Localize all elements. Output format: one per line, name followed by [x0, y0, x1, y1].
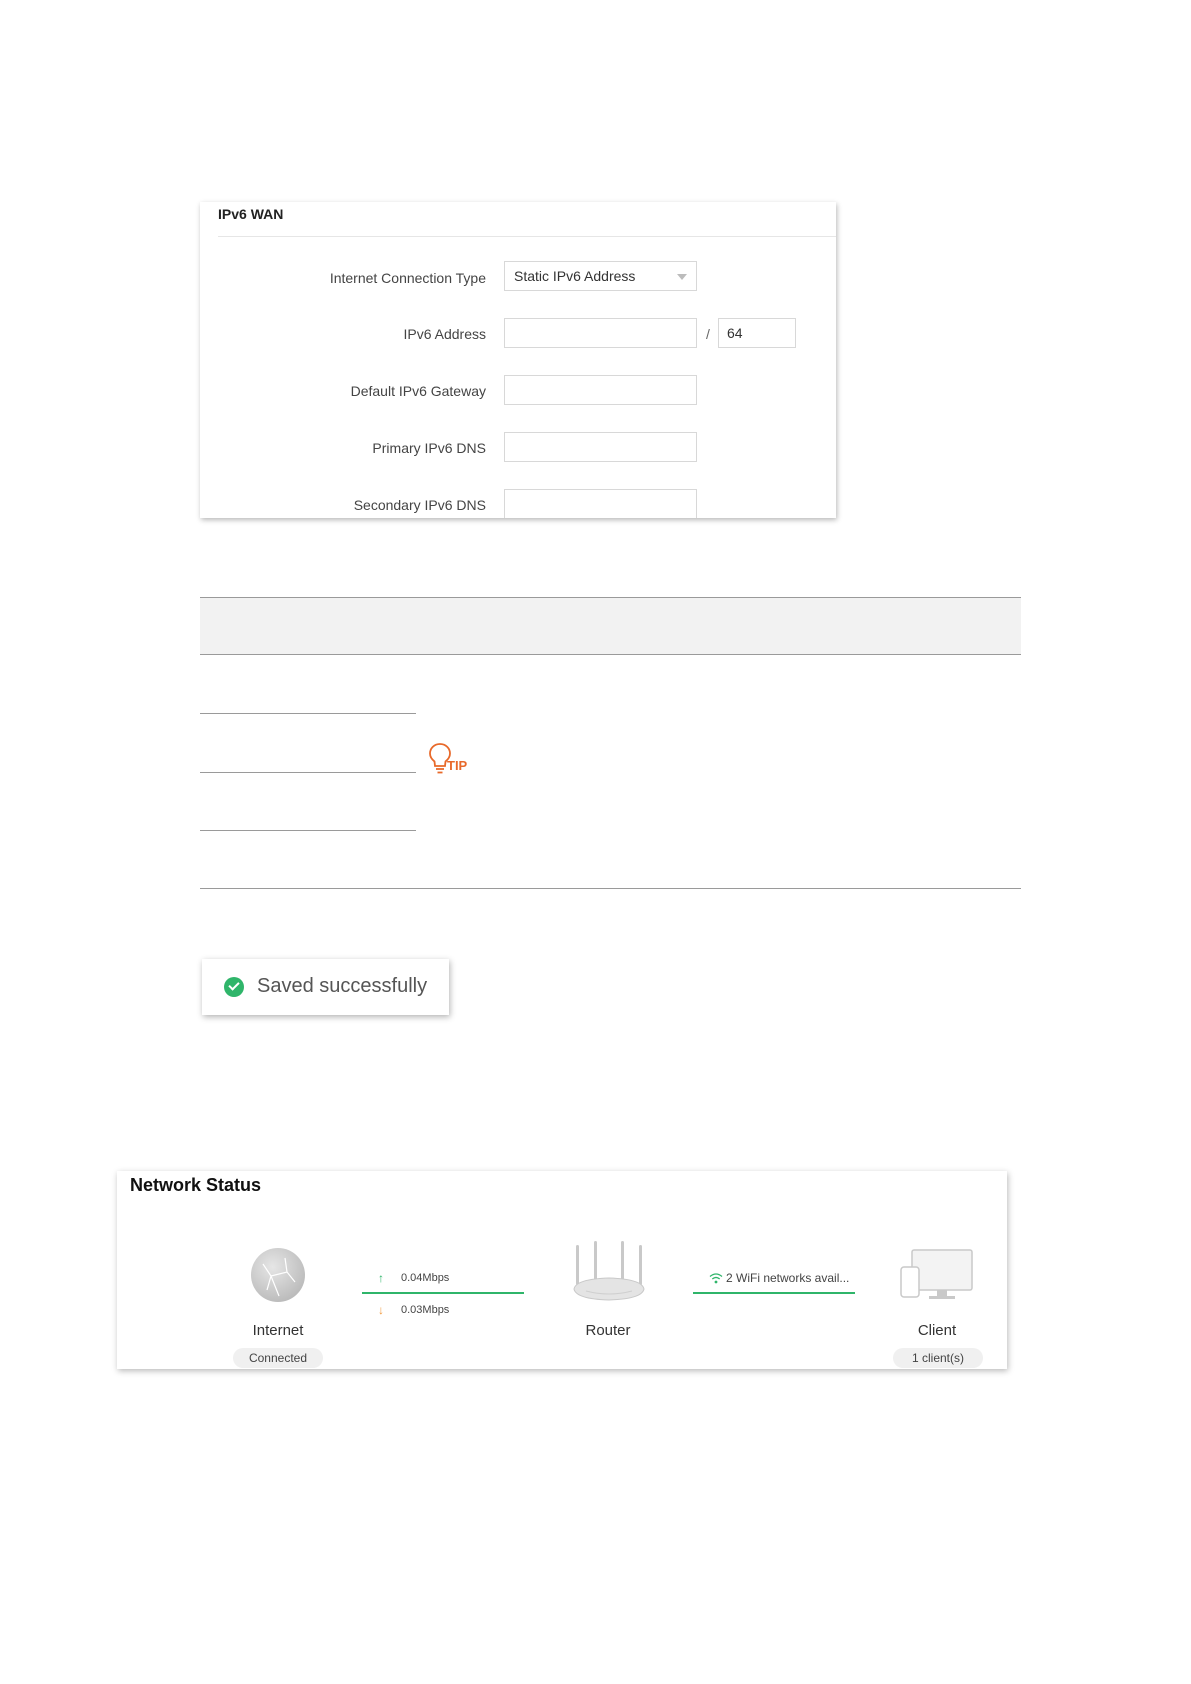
wifi-summary[interactable]: 2 WiFi networks avail...	[726, 1271, 849, 1285]
table-header-band	[200, 597, 1021, 655]
connection-type-select[interactable]: Static IPv6 Address	[504, 261, 697, 291]
ipv6-wan-divider	[218, 236, 836, 237]
globe-icon[interactable]	[249, 1246, 307, 1304]
check-circle-icon	[224, 977, 244, 997]
default-gateway-input[interactable]	[504, 375, 697, 405]
internet-status-badge: Connected	[233, 1348, 323, 1368]
chevron-down-icon	[677, 274, 687, 280]
table-row-divider	[200, 713, 416, 714]
prefix-length-input[interactable]: 64	[718, 318, 796, 348]
router-client-link	[693, 1292, 855, 1294]
download-rate: 0.03Mbps	[401, 1304, 450, 1316]
router-icon[interactable]	[570, 1241, 648, 1307]
router-label: Router	[585, 1322, 631, 1339]
table-row-divider	[200, 830, 416, 831]
secondary-dns-label: Secondary IPv6 DNS	[353, 497, 486, 513]
client-label: Client	[917, 1322, 957, 1339]
default-gateway-label: Default IPv6 Gateway	[350, 383, 486, 399]
primary-dns-label: Primary IPv6 DNS	[372, 440, 486, 456]
internet-router-link	[362, 1292, 524, 1294]
wifi-icon	[709, 1273, 723, 1284]
network-status-title: Network Status	[130, 1175, 262, 1195]
ipv6-wan-panel: IPv6 WAN Internet Connection Type Static…	[200, 202, 836, 518]
prefix-separator: /	[706, 326, 710, 342]
client-count-badge: 1 client(s)	[893, 1348, 983, 1368]
primary-dns-input[interactable]	[504, 432, 697, 462]
table-bottom-border	[200, 888, 1021, 889]
devices-icon[interactable]	[900, 1249, 974, 1301]
internet-label: Internet	[252, 1322, 304, 1339]
toast-message: Saved successfully	[257, 975, 428, 997]
table-row-divider	[200, 772, 416, 773]
success-toast: Saved successfully	[202, 959, 449, 1015]
connection-type-value: Static IPv6 Address	[514, 268, 636, 284]
tip-label: TIP	[447, 758, 468, 773]
ipv6-wan-title: IPv6 WAN	[218, 206, 284, 222]
ipv6-address-input[interactable]	[504, 318, 697, 348]
connection-type-label: Internet Connection Type	[329, 270, 486, 286]
network-status-panel: Network Status Internet Connected ↑ 0.04…	[117, 1171, 1007, 1369]
upload-arrow-icon: ↑	[378, 1271, 384, 1285]
download-arrow-icon: ↓	[378, 1303, 384, 1317]
secondary-dns-input[interactable]	[504, 489, 697, 518]
upload-rate: 0.04Mbps	[401, 1272, 450, 1284]
ipv6-address-label: IPv6 Address	[403, 326, 487, 342]
